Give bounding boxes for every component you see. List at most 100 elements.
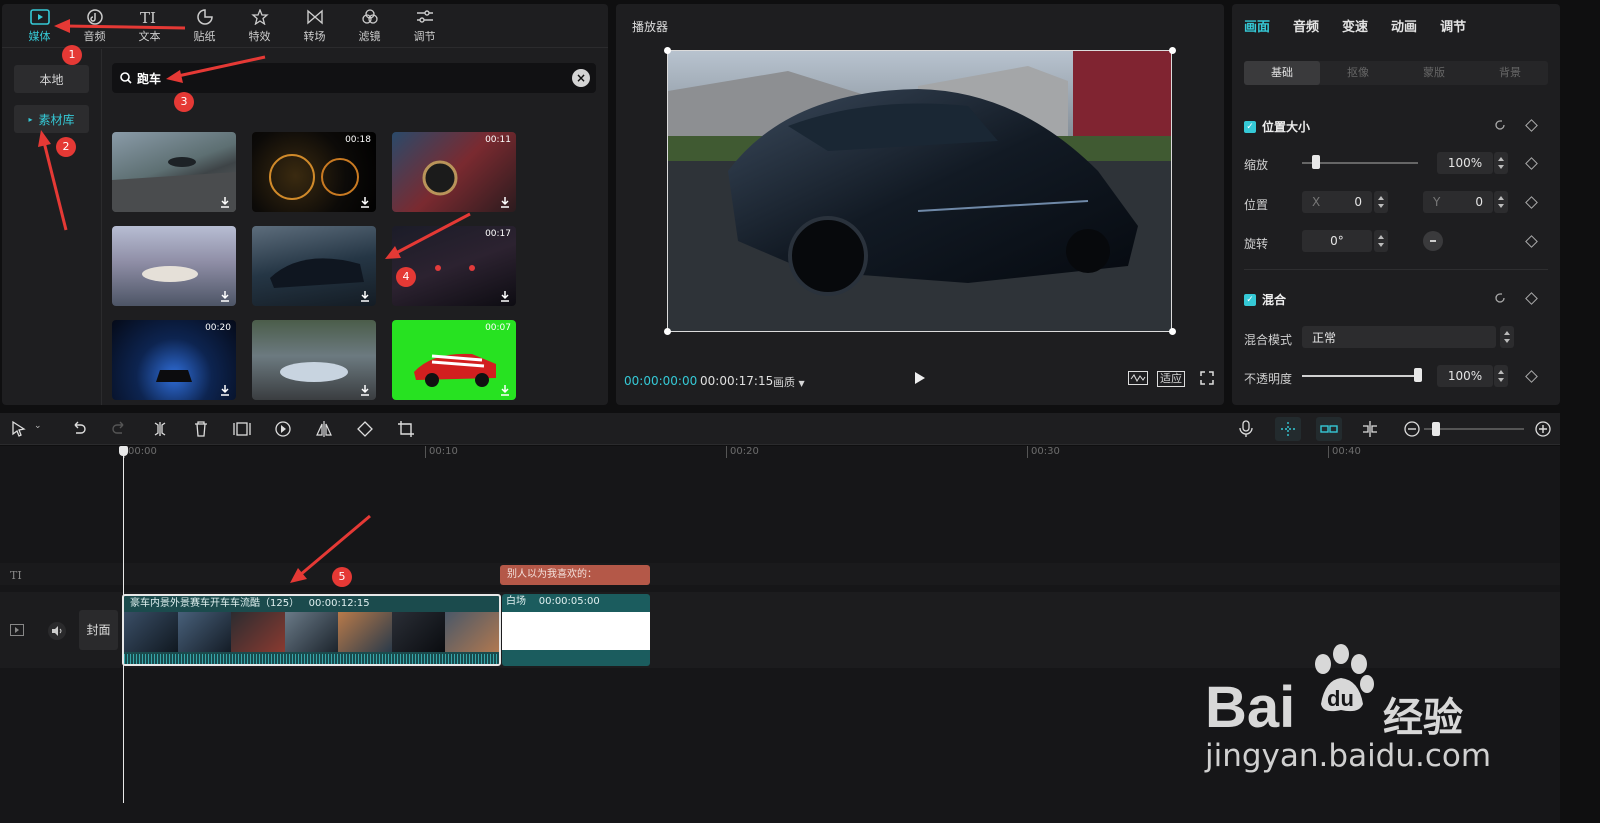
video-preview[interactable] — [667, 50, 1172, 332]
tab-effect[interactable]: 特效 — [232, 4, 287, 48]
download-icon[interactable] — [219, 290, 231, 302]
blend-mode-select[interactable]: 正常 — [1302, 326, 1496, 348]
tab-audio-props[interactable]: 音频 — [1293, 16, 1319, 35]
waveform-icon[interactable] — [1128, 371, 1148, 385]
subtab-background[interactable]: 背景 — [1472, 61, 1548, 85]
auto-snap-button[interactable] — [1275, 417, 1301, 441]
white-clip[interactable]: 白场 00:00:05:00 — [502, 594, 650, 666]
reset-icon[interactable] — [1494, 119, 1506, 131]
resize-handle[interactable] — [1169, 328, 1176, 335]
media-thumb[interactable] — [252, 226, 376, 306]
resize-handle[interactable] — [1169, 47, 1176, 54]
side-local-button[interactable]: 本地 — [14, 65, 89, 93]
resize-handle[interactable] — [664, 47, 671, 54]
download-icon[interactable] — [219, 384, 231, 396]
zoom-in-icon[interactable] — [1534, 420, 1552, 438]
cover-button[interactable]: 封面 — [79, 610, 118, 650]
download-icon[interactable] — [359, 384, 371, 396]
chevron-down-icon[interactable]: ⌄ — [34, 421, 42, 431]
playhead[interactable] — [119, 446, 128, 803]
tab-adjust[interactable]: 调节 — [397, 4, 452, 48]
rotate-input[interactable]: 0° — [1302, 230, 1372, 252]
keyframe-icon[interactable] — [1525, 292, 1538, 305]
position-y-stepper[interactable] — [1494, 191, 1508, 213]
side-library-button[interactable]: ▸ 素材库 — [14, 105, 89, 133]
position-x-stepper[interactable] — [1374, 191, 1388, 213]
checkbox-icon[interactable]: ✓ — [1244, 293, 1256, 306]
scale-input[interactable]: 100% — [1437, 152, 1493, 174]
zoom-out-icon[interactable] — [1403, 420, 1421, 438]
download-icon[interactable] — [359, 196, 371, 208]
delete-icon[interactable] — [192, 420, 210, 438]
opacity-slider-knob[interactable] — [1414, 368, 1422, 382]
download-icon[interactable] — [499, 196, 511, 208]
tab-sticker[interactable]: 贴纸 — [177, 4, 232, 48]
tab-audio[interactable]: 音频 — [67, 4, 122, 48]
tab-animation[interactable]: 动画 — [1391, 16, 1417, 35]
subtab-cutout[interactable]: 抠像 — [1320, 61, 1396, 85]
text-clip[interactable]: 别人以为我喜欢的： — [500, 565, 650, 585]
tab-text[interactable]: TI 文本 — [122, 4, 177, 48]
opacity-stepper[interactable] — [1494, 365, 1508, 387]
fit-button[interactable]: 适应 — [1157, 371, 1185, 387]
media-thumb[interactable] — [112, 132, 236, 212]
link-button[interactable] — [1316, 417, 1342, 441]
position-x-input[interactable]: X0 — [1302, 191, 1372, 213]
undo-icon[interactable] — [70, 420, 88, 438]
media-thumb[interactable]: 00:17 — [392, 226, 516, 306]
media-thumb[interactable]: 00:11 — [392, 132, 516, 212]
tab-transition[interactable]: 转场 — [287, 4, 342, 48]
split-icon[interactable] — [151, 420, 169, 438]
keyframe-icon[interactable] — [1525, 119, 1538, 132]
download-icon[interactable] — [499, 384, 511, 396]
download-icon[interactable] — [499, 290, 511, 302]
media-thumb[interactable] — [252, 320, 376, 400]
opacity-slider[interactable] — [1302, 375, 1418, 377]
time-ruler[interactable]: 00:00 00:10 00:20 00:30 00:40 — [0, 446, 1560, 464]
blend-mode-stepper[interactable] — [1500, 326, 1514, 348]
play-icon[interactable] — [914, 371, 926, 385]
rotate-icon[interactable] — [356, 420, 374, 438]
zoom-slider-knob[interactable] — [1432, 422, 1440, 436]
reverse-icon[interactable] — [274, 420, 292, 438]
clear-search-button[interactable]: × — [572, 69, 590, 87]
fullscreen-icon[interactable] — [1200, 371, 1214, 385]
keyframe-icon[interactable] — [1525, 235, 1538, 248]
keyframe-icon[interactable] — [1525, 196, 1538, 209]
microphone-icon[interactable] — [1237, 420, 1255, 438]
select-cursor-icon[interactable] — [10, 420, 28, 438]
search-input[interactable]: 跑车 × — [112, 63, 596, 93]
checkbox-icon[interactable]: ✓ — [1244, 120, 1256, 133]
rotate-dial[interactable] — [1423, 231, 1443, 251]
tab-filter[interactable]: 滤镜 — [342, 4, 397, 48]
keyframe-icon[interactable] — [1525, 370, 1538, 383]
tab-picture[interactable]: 画面 — [1244, 16, 1270, 35]
mirror-icon[interactable] — [315, 420, 333, 438]
tab-media[interactable]: 媒体 — [12, 4, 67, 48]
scale-stepper[interactable] — [1494, 152, 1508, 174]
reset-icon[interactable] — [1494, 292, 1506, 304]
rotate-stepper[interactable] — [1374, 230, 1388, 252]
section-position-size[interactable]: ✓ 位置大小 — [1244, 118, 1310, 135]
media-thumb[interactable]: 00:07 — [392, 320, 516, 400]
subtab-basic[interactable]: 基础 — [1244, 61, 1320, 85]
tab-adjust-props[interactable]: 调节 — [1440, 16, 1466, 35]
keyframe-icon[interactable] — [1525, 157, 1538, 170]
opacity-input[interactable]: 100% — [1437, 365, 1493, 387]
position-y-input[interactable]: Y0 — [1423, 191, 1493, 213]
split-preview-icon[interactable] — [1361, 420, 1379, 438]
mute-button[interactable] — [48, 622, 66, 640]
redo-icon[interactable] — [110, 420, 128, 438]
quality-dropdown[interactable]: 画质 ▼ — [773, 374, 805, 390]
media-thumb[interactable]: 00:18 — [252, 132, 376, 212]
media-thumb[interactable]: 00:20 — [112, 320, 236, 400]
download-icon[interactable] — [219, 196, 231, 208]
subtab-mask[interactable]: 蒙版 — [1396, 61, 1472, 85]
scale-slider-knob[interactable] — [1311, 155, 1320, 169]
freeze-frame-icon[interactable] — [233, 420, 251, 438]
media-thumb[interactable] — [112, 226, 236, 306]
video-clip[interactable]: 豪车内景外景赛车开车车流酷（125） 00:00:12:15 — [122, 594, 501, 666]
tab-speed[interactable]: 变速 — [1342, 16, 1368, 35]
section-blend[interactable]: ✓ 混合 — [1244, 291, 1286, 308]
crop-icon[interactable] — [397, 420, 415, 438]
